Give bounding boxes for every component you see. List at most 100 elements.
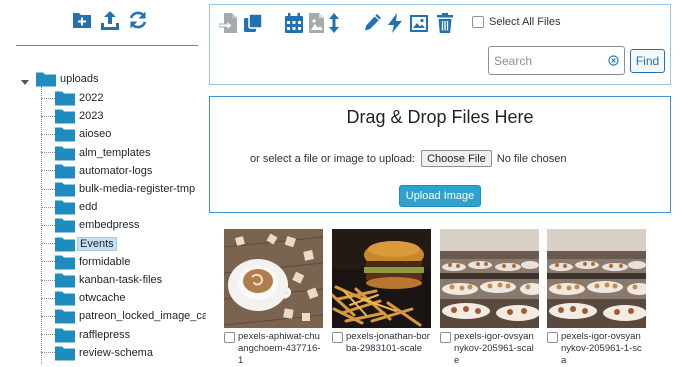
drop-zone-title: Drag & Drop Files Here: [346, 107, 534, 127]
folder-sidebar: uploads 2022 2023 aioseo alm_templatesautom…: [0, 0, 206, 365]
tree-connector: [41, 352, 55, 354]
upload-image-button[interactable]: Upload Image: [399, 185, 481, 207]
tree-connector: [41, 115, 55, 117]
tree-node-2023[interactable]: 2023: [41, 107, 105, 125]
tree-connector: [41, 170, 55, 172]
folder-icon: [36, 72, 56, 87]
tree-node-embedpress[interactable]: embedpress: [41, 216, 142, 234]
tree-connector: [41, 224, 55, 226]
tree-node-label: 2022: [79, 92, 104, 104]
tree-node-label: edd: [79, 201, 98, 214]
folder-tree: uploads 2022 2023 aioseo alm_templatesautom…: [0, 68, 206, 365]
file-toolbar: Select All Files Find: [209, 4, 671, 85]
file-card[interactable]: pexels-igor-ovsyannykov-205961-1-sca: [547, 229, 646, 366]
tree-connector: [41, 188, 55, 190]
tree-node-label: formidable: [79, 255, 131, 268]
image-file-icon[interactable]: [306, 12, 326, 34]
tree-node-label: aioseo: [79, 128, 112, 141]
select-all-checkbox[interactable]: [472, 16, 484, 28]
tree-node-edd[interactable]: edd: [41, 198, 99, 216]
flash-icon[interactable]: [385, 12, 405, 34]
tree-node-patreon-locked-image-cache[interactable]: patreon_locked_image_cache: [41, 307, 206, 325]
file-select-checkbox[interactable]: [332, 332, 343, 343]
copy-icon[interactable]: [243, 12, 263, 34]
add-folder-icon[interactable]: [72, 10, 92, 30]
folder-icon: [55, 91, 75, 106]
file-select-checkbox[interactable]: [440, 332, 451, 343]
tree-node-kanban-task-files[interactable]: kanban-task-files: [41, 271, 164, 289]
file-picker-row: or select a file or image to upload: Cho…: [250, 150, 567, 167]
file-thumbnail: [224, 229, 323, 328]
search-input[interactable]: [489, 47, 601, 74]
calendar-icon[interactable]: [284, 12, 304, 34]
folder-icon: [55, 146, 75, 161]
tree-node-label: rafflepress: [79, 328, 131, 341]
tree-connector: [41, 315, 55, 317]
folder-icon: [55, 182, 75, 197]
select-all-label: Select All Files: [489, 16, 561, 28]
tree-node-events[interactable]: Events: [41, 235, 117, 253]
folder-icon: [55, 273, 75, 288]
file-card[interactable]: pexels-aphiwat-chuangchoem-437716-1: [224, 229, 323, 366]
file-thumbnail: [547, 229, 646, 328]
sidebar-divider: [16, 45, 198, 46]
tree-connector: [41, 261, 55, 263]
folder-icon: [55, 291, 75, 306]
tree-node-label: alm_templates: [79, 146, 151, 159]
clear-search-icon[interactable]: [608, 55, 619, 66]
folder-icon: [55, 255, 75, 270]
folder-icon: [55, 164, 75, 179]
tree-node-otwcache[interactable]: otwcache: [41, 289, 127, 307]
tree-node-automator-logs[interactable]: automator-logs: [41, 162, 154, 180]
select-all-toggle[interactable]: Select All Files: [472, 16, 561, 28]
tree-connector: [41, 297, 55, 299]
tree-connector: [41, 334, 55, 336]
tree-node-label: kanban-task-files: [79, 274, 163, 286]
choose-file-button[interactable]: Choose File: [421, 150, 492, 167]
upload-icon[interactable]: [100, 10, 120, 30]
file-thumbnail: [332, 229, 431, 328]
file-name: pexels-igor-ovsyannykov-205961-scale: [454, 331, 534, 366]
move-icon[interactable]: [219, 12, 239, 34]
image-icon[interactable]: [409, 12, 429, 34]
file-select-checkbox[interactable]: [547, 332, 558, 343]
sort-icon[interactable]: [324, 12, 344, 34]
file-card[interactable]: pexels-igor-ovsyannykov-205961-scale: [440, 229, 539, 366]
collapse-icon[interactable]: [20, 77, 30, 87]
tree-node-2022[interactable]: 2022: [41, 89, 105, 107]
tree-node-rafflepress[interactable]: rafflepress: [41, 326, 132, 344]
tree-node-label: otwcache: [79, 292, 126, 305]
tree-node-label: review-schema: [79, 346, 153, 359]
refresh-icon[interactable]: [128, 10, 148, 30]
tree-connector: [41, 152, 55, 154]
drop-zone[interactable]: Drag & Drop Files Here or select a file …: [209, 96, 671, 213]
tree-node-label: uploads: [60, 73, 99, 85]
edit-icon[interactable]: [363, 12, 383, 34]
file-name: pexels-jonathan-borba-2983101-scale: [346, 331, 430, 354]
tree-node-review-schema[interactable]: review-schema: [41, 344, 155, 362]
tree-connector: [41, 97, 55, 99]
tree-connector: [41, 279, 55, 281]
folder-icon: [55, 200, 75, 215]
tree-node-label: patreon_locked_image_cache: [79, 310, 206, 323]
folder-icon: [55, 328, 75, 343]
folder-icon: [55, 309, 75, 324]
folder-icon: [55, 127, 75, 142]
tree-node-formidable[interactable]: formidable: [41, 253, 132, 271]
folder-icon: [55, 109, 75, 124]
tree-connector: [41, 243, 55, 245]
folder-icon: [55, 218, 75, 233]
tree-node-alm-templates[interactable]: alm_templates: [41, 144, 153, 162]
tree-node-uploads[interactable]: uploads: [36, 70, 101, 88]
tree-node-aioseo[interactable]: aioseo: [41, 125, 113, 143]
file-select-checkbox[interactable]: [224, 332, 235, 343]
tree-node-bulk-media-register-tmp[interactable]: bulk-media-register-tmp: [41, 180, 197, 198]
find-button[interactable]: Find: [630, 49, 665, 73]
file-card[interactable]: pexels-jonathan-borba-2983101-scale: [332, 229, 431, 357]
file-thumbnail: [440, 229, 539, 328]
tree-node-label: embedpress: [79, 219, 140, 232]
file-name: pexels-aphiwat-chuangchoem-437716-1: [238, 331, 321, 366]
tree-node-label: automator-logs: [79, 164, 153, 177]
trash-icon[interactable]: [435, 12, 455, 34]
upload-prompt: or select a file or image to upload:: [250, 152, 416, 165]
